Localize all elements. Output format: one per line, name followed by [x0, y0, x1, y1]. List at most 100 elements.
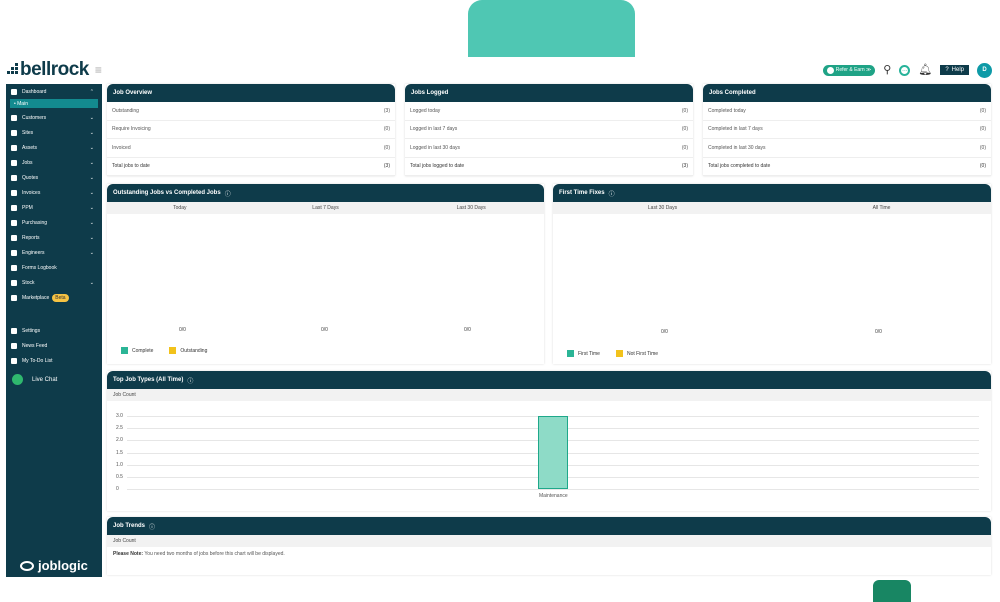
- chart-legend: Complete Outstanding: [121, 347, 207, 354]
- marketplace-icon: [11, 294, 17, 301]
- bar-maintenance[interactable]: [538, 416, 568, 489]
- chevron-up-icon: ⌃: [89, 88, 94, 95]
- gridline: [127, 489, 979, 490]
- stat-row[interactable]: Invoiced (0): [107, 139, 395, 158]
- info-icon[interactable]: ⓘ: [609, 189, 615, 198]
- stat-row[interactable]: Completed today (0): [703, 102, 991, 121]
- live-chat-icon: [12, 374, 23, 385]
- sidebar-item-jobs[interactable]: Jobs ⌄: [6, 155, 102, 170]
- ratio-30days: 0/0: [661, 329, 668, 335]
- chevron-down-icon: ⌄: [89, 234, 94, 241]
- top-job-types-card: Top Job Types (All Time) ⓘ Job Count 3.0 2…: [107, 371, 991, 511]
- sidebar-item-quotes[interactable]: Quotes ⌄: [6, 170, 102, 185]
- chevron-down-icon: ⌄: [89, 279, 94, 286]
- sidebar-item-invoices[interactable]: Invoices ⌄: [6, 185, 102, 200]
- sidebar-item-engineers[interactable]: Engineers ⌄: [6, 245, 102, 260]
- gift-icon: [826, 66, 834, 74]
- assets-icon: [11, 144, 17, 151]
- joblogic-logo-icon: [20, 560, 34, 571]
- help-button[interactable]: ? Help: [940, 65, 969, 75]
- legend-swatch-first-time: [567, 350, 574, 357]
- job-trends-note: Please Note: You need two months of jobs…: [113, 551, 285, 557]
- reports-icon: [11, 234, 17, 241]
- job-trends-card: Job Trends ⓘ Job Count Please Note: You n…: [107, 517, 991, 575]
- stat-row[interactable]: Logged today (0): [405, 102, 693, 121]
- stat-row[interactable]: Completed in last 30 days (0): [703, 139, 991, 158]
- stat-row[interactable]: Require Invoicing (0): [107, 121, 395, 139]
- column-header: Today Last 7 Days Last 30 Days: [107, 202, 544, 214]
- forms-icon: [11, 264, 17, 271]
- outstanding-vs-completed-card: Outstanding Jobs vs Completed Jobs ⓘ Toda…: [107, 184, 544, 364]
- info-icon[interactable]: ⓘ: [149, 522, 155, 531]
- job-overview-card: Job Overview Outstanding (3) Require Invo…: [107, 84, 395, 176]
- ratio-30days: 0/0: [464, 327, 471, 333]
- sidebar-item-customers[interactable]: Customers ⌄: [6, 110, 102, 125]
- sidebar-item-purchasing[interactable]: Purchasing ⌄: [6, 215, 102, 230]
- ratio-today: 0/0: [179, 327, 186, 333]
- live-chat-button[interactable]: Live Chat: [12, 374, 57, 385]
- sidebar-item-stock[interactable]: Stock ⌄: [6, 275, 102, 290]
- stat-row[interactable]: Logged in last 7 days (0): [405, 121, 693, 139]
- sidebar-item-todo-list[interactable]: My To-Do List: [6, 353, 102, 368]
- brand-dots-icon: [6, 63, 19, 75]
- refer-earn-button[interactable]: Refer & Earn ≫: [822, 64, 876, 76]
- y-tick-label: 1.0: [116, 461, 123, 468]
- stat-row[interactable]: Completed in last 7 days (0): [703, 121, 991, 139]
- chevron-down-icon: ⌄: [89, 114, 94, 121]
- card-title: Job Trends ⓘ: [107, 517, 991, 535]
- todo-icon: [11, 357, 17, 364]
- column-header: Last 30 Days All Time: [553, 202, 991, 214]
- sidebar-item-marketplace[interactable]: Marketplace Beta: [6, 290, 102, 305]
- avatar[interactable]: D: [977, 62, 992, 78]
- first-time-fixes-card: First Time Fixes ⓘ Last 30 Days All Time …: [553, 184, 991, 364]
- sidebar-item-main[interactable]: • Main: [10, 99, 98, 108]
- stat-row-total[interactable]: Total jobs to date (3): [107, 158, 395, 176]
- sidebar-item-assets[interactable]: Assets ⌄: [6, 140, 102, 155]
- ratio-all-time: 0/0: [875, 329, 882, 335]
- chevron-down-icon: ⌄: [89, 204, 94, 211]
- quotes-icon: [11, 174, 17, 181]
- sidebar-item-settings[interactable]: Settings: [6, 323, 102, 338]
- stat-row[interactable]: Outstanding (3): [107, 102, 395, 121]
- sidebar-item-sites[interactable]: Sites ⌄: [6, 125, 102, 140]
- chevron-down-icon: ⌄: [89, 159, 94, 166]
- chevron-down-icon: ⌄: [89, 219, 94, 226]
- chat-bubble-icon[interactable]: …: [899, 64, 911, 76]
- beta-badge: Beta: [52, 293, 69, 302]
- ratio-7days: 0/0: [321, 327, 328, 333]
- sidebar-item-dashboard[interactable]: Dashboard ⌃: [6, 84, 102, 99]
- wrench-icon: [11, 159, 17, 166]
- y-tick-label: 3.0: [116, 413, 123, 419]
- jobs-logged-card: Jobs Logged Logged today (0) Logged in la…: [405, 84, 693, 176]
- news-icon: [11, 342, 17, 349]
- notification-bell-icon[interactable]: 🔔︎: [918, 64, 932, 76]
- joblogic-logo: joblogic: [20, 558, 88, 573]
- customers-icon: [11, 114, 17, 121]
- chevron-down-icon: ⌄: [89, 174, 94, 181]
- y-tick-label: 2.5: [116, 425, 123, 432]
- chevron-down-icon: ⌄: [89, 144, 94, 151]
- stat-row-total[interactable]: Total jobs logged to date (3): [405, 158, 693, 176]
- job-types-bar-chart: 3.0 2.5 2.0 1.5 1.0 0.5 0 Maintenance: [107, 371, 991, 511]
- topbar: Refer & Earn ≫ ⚲ … 🔔︎ ? Help D: [822, 62, 992, 78]
- stat-row-total[interactable]: Total jobs completed to date (0): [703, 158, 991, 176]
- stat-row[interactable]: Logged in last 30 days (0): [405, 139, 693, 158]
- settings-icon: [11, 327, 17, 334]
- sidebar-item-reports[interactable]: Reports ⌄: [6, 230, 102, 245]
- search-icon[interactable]: ⚲: [883, 64, 891, 76]
- floating-action-button[interactable]: [873, 580, 911, 602]
- menu-toggle-icon[interactable]: ≡: [95, 63, 102, 77]
- invoice-icon: [11, 189, 17, 196]
- brand-logo[interactable]: bellrock ≡: [6, 59, 102, 80]
- chevron-down-icon: ⌄: [89, 189, 94, 196]
- y-tick-label: 0: [116, 486, 119, 492]
- info-icon[interactable]: ⓘ: [225, 189, 231, 198]
- legend-swatch-not-first-time: [615, 350, 623, 357]
- y-tick-label: 0.5: [116, 473, 123, 480]
- sidebar-item-ppm[interactable]: PPM ⌄: [6, 200, 102, 215]
- sidebar: Dashboard ⌃ • Main Customers ⌄ Sites ⌄ Asse…: [6, 84, 102, 577]
- sidebar-item-news-feed[interactable]: News Feed: [6, 338, 102, 353]
- sidebar-item-forms-logbook[interactable]: Forms Logbook: [6, 260, 102, 275]
- legend-swatch-complete: [121, 347, 128, 354]
- purchasing-icon: [11, 219, 17, 226]
